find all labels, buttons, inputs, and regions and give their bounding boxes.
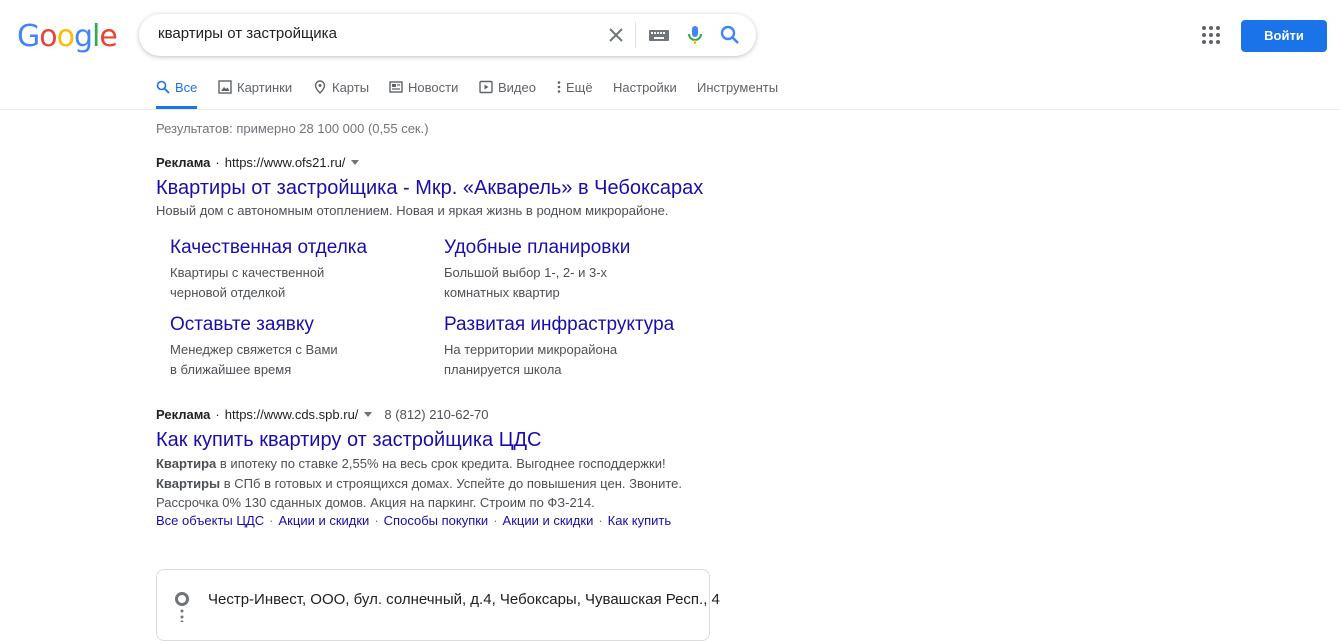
tab-more[interactable]: Ещё <box>555 80 593 108</box>
map-result-card[interactable]: Честр-Инвест, ООО, бул. солнечный, д.4, … <box>156 569 720 641</box>
highlight-term: Квартиры <box>156 476 221 491</box>
ad-label: Реклама <box>156 155 211 170</box>
tab-label: Все <box>175 80 198 95</box>
sitelink-desc-line: Квартиры с качественной <box>170 265 325 280</box>
sitelink-title[interactable]: Оставьте заявку <box>170 314 338 336</box>
logo-letter: g <box>73 19 93 54</box>
logo-letter: G <box>17 19 40 54</box>
sitelink-inline[interactable]: Как купить <box>608 513 671 528</box>
tab-news[interactable]: Новости <box>389 80 458 108</box>
separator-dot: · <box>269 513 274 528</box>
sitelink-inline[interactable]: Способы покупки <box>384 513 489 528</box>
separator-dot: · <box>215 407 220 422</box>
result-stats: Результатов: примерно 28 100 000 (0,55 с… <box>156 121 429 136</box>
tab-images[interactable]: Картинки <box>218 80 292 108</box>
ad-label: Реклама <box>156 407 211 422</box>
ad-description: Новый дом с автономным отоплением. Новая… <box>156 203 669 218</box>
sitelink-title[interactable]: Удобные планировки <box>444 237 630 259</box>
apps-grid-icon[interactable] <box>1200 24 1222 46</box>
ad-sitelinks-row: Все объекты ЦДС · Акции и скидки · Способы п… <box>156 513 671 528</box>
separator-dot: · <box>215 155 220 170</box>
map-pin-icon <box>314 80 326 94</box>
sitelink-desc-line: черновой отделкой <box>170 284 286 300</box>
ad-phone[interactable]: 8 (812) 210-62-70 <box>384 407 488 422</box>
ad-description-line: Квартира в ипотеку по ставке 2,55% на ве… <box>156 454 666 474</box>
more-vert-icon <box>557 81 561 93</box>
tab-label: Ещё <box>566 80 593 95</box>
sitelink-inline[interactable]: Акции и скидки <box>279 513 370 528</box>
sitelink-desc-line: Менеджер свяжется с Вами <box>170 342 338 357</box>
logo-letter: o <box>56 19 75 54</box>
tab-settings[interactable]: Настройки <box>613 80 677 108</box>
sitelink-desc-line: На территории микрорайона <box>444 342 618 357</box>
dropdown-caret-icon[interactable] <box>351 160 360 165</box>
separator-dot: · <box>598 513 603 528</box>
image-icon <box>218 80 232 94</box>
tab-all[interactable]: Все <box>156 80 197 108</box>
logo-letter: e <box>99 19 117 54</box>
signin-button[interactable]: Войти <box>1241 20 1327 52</box>
search-icon[interactable] <box>718 23 742 47</box>
sitelink: Оставьте заявку Менеджер свяжется с Вами… <box>170 314 338 379</box>
sitelink-inline[interactable]: Акции и скидки <box>503 513 594 528</box>
location-pin-icon <box>175 592 189 622</box>
search-input[interactable]: квартиры от застройщика <box>158 25 337 42</box>
sitelink-inline[interactable]: Все объекты ЦДС <box>156 513 264 528</box>
sitelink: Качественная отделка Квартиры с качестве… <box>170 237 367 302</box>
ad-url[interactable]: https://www.cds.spb.ru/ <box>225 407 359 422</box>
keyboard-icon[interactable] <box>647 23 671 47</box>
search-icon <box>156 80 170 94</box>
tab-label: Видео <box>498 80 536 95</box>
tab-label: Картинки <box>237 80 293 95</box>
sitelink-desc-line: планируется школа <box>444 361 562 377</box>
microphone-icon[interactable] <box>683 23 707 47</box>
sitelink-desc-line: комнатных квартир <box>444 284 560 300</box>
logo-letter: o <box>39 19 57 54</box>
clear-icon[interactable] <box>604 23 628 47</box>
ad-description-line: Рассрочка 0% 130 сданных домов. Акция на… <box>156 495 595 510</box>
business-address[interactable]: Честр-Инвест, ООО, бул. солнечный, д.4, … <box>208 591 720 608</box>
tab-label: Карты <box>332 80 370 95</box>
separator-dot: · <box>374 513 379 528</box>
video-icon <box>479 80 493 94</box>
search-box[interactable]: квартиры от застройщика <box>139 14 756 56</box>
search-divider <box>635 22 636 48</box>
tabs-divider <box>0 109 1340 110</box>
sitelink-title[interactable]: Качественная отделка <box>170 237 367 259</box>
separator-dot: · <box>493 513 498 528</box>
news-icon <box>389 81 403 93</box>
sitelink: Удобные планировки Большой выбор 1-, 2- … <box>444 237 630 302</box>
tab-label: Новости <box>408 80 459 95</box>
ad-title-link[interactable]: Как купить квартиру от застройщика ЦДС <box>156 429 542 452</box>
description-text: в ипотеку по ставке 2,55% на весь срок к… <box>216 456 666 471</box>
sitelink-title[interactable]: Развитая инфраструктура <box>444 314 674 336</box>
tab-tools[interactable]: Инструменты <box>697 80 778 108</box>
highlight-term: Квартира <box>156 456 217 471</box>
sitelink-desc-line: в ближайшее время <box>170 361 292 377</box>
google-logo[interactable]: Google <box>17 19 118 54</box>
dropdown-caret-icon[interactable] <box>364 412 373 417</box>
tab-maps[interactable]: Карты <box>313 80 369 108</box>
sitelink-desc-line: Большой выбор 1-, 2- и 3-х <box>444 265 608 280</box>
ad-header: Реклама · https://www.cds.spb.ru/8 (812) 2… <box>156 407 489 422</box>
description-text: в СПб в готовых и строящихся домах. Успе… <box>220 476 683 491</box>
ad-description-line: Квартиры в СПб в готовых и строящихся до… <box>156 474 682 494</box>
tab-video[interactable]: Видео <box>479 80 536 108</box>
sitelink: Развитая инфраструктура На территории ми… <box>444 314 674 379</box>
ad-url[interactable]: https://www.ofs21.ru/ <box>225 155 346 170</box>
ad-header: Реклама · https://www.ofs21.ru/ <box>156 155 360 170</box>
ad-title-link[interactable]: Квартиры от застройщика - Мкр. «Акварель… <box>156 177 703 200</box>
